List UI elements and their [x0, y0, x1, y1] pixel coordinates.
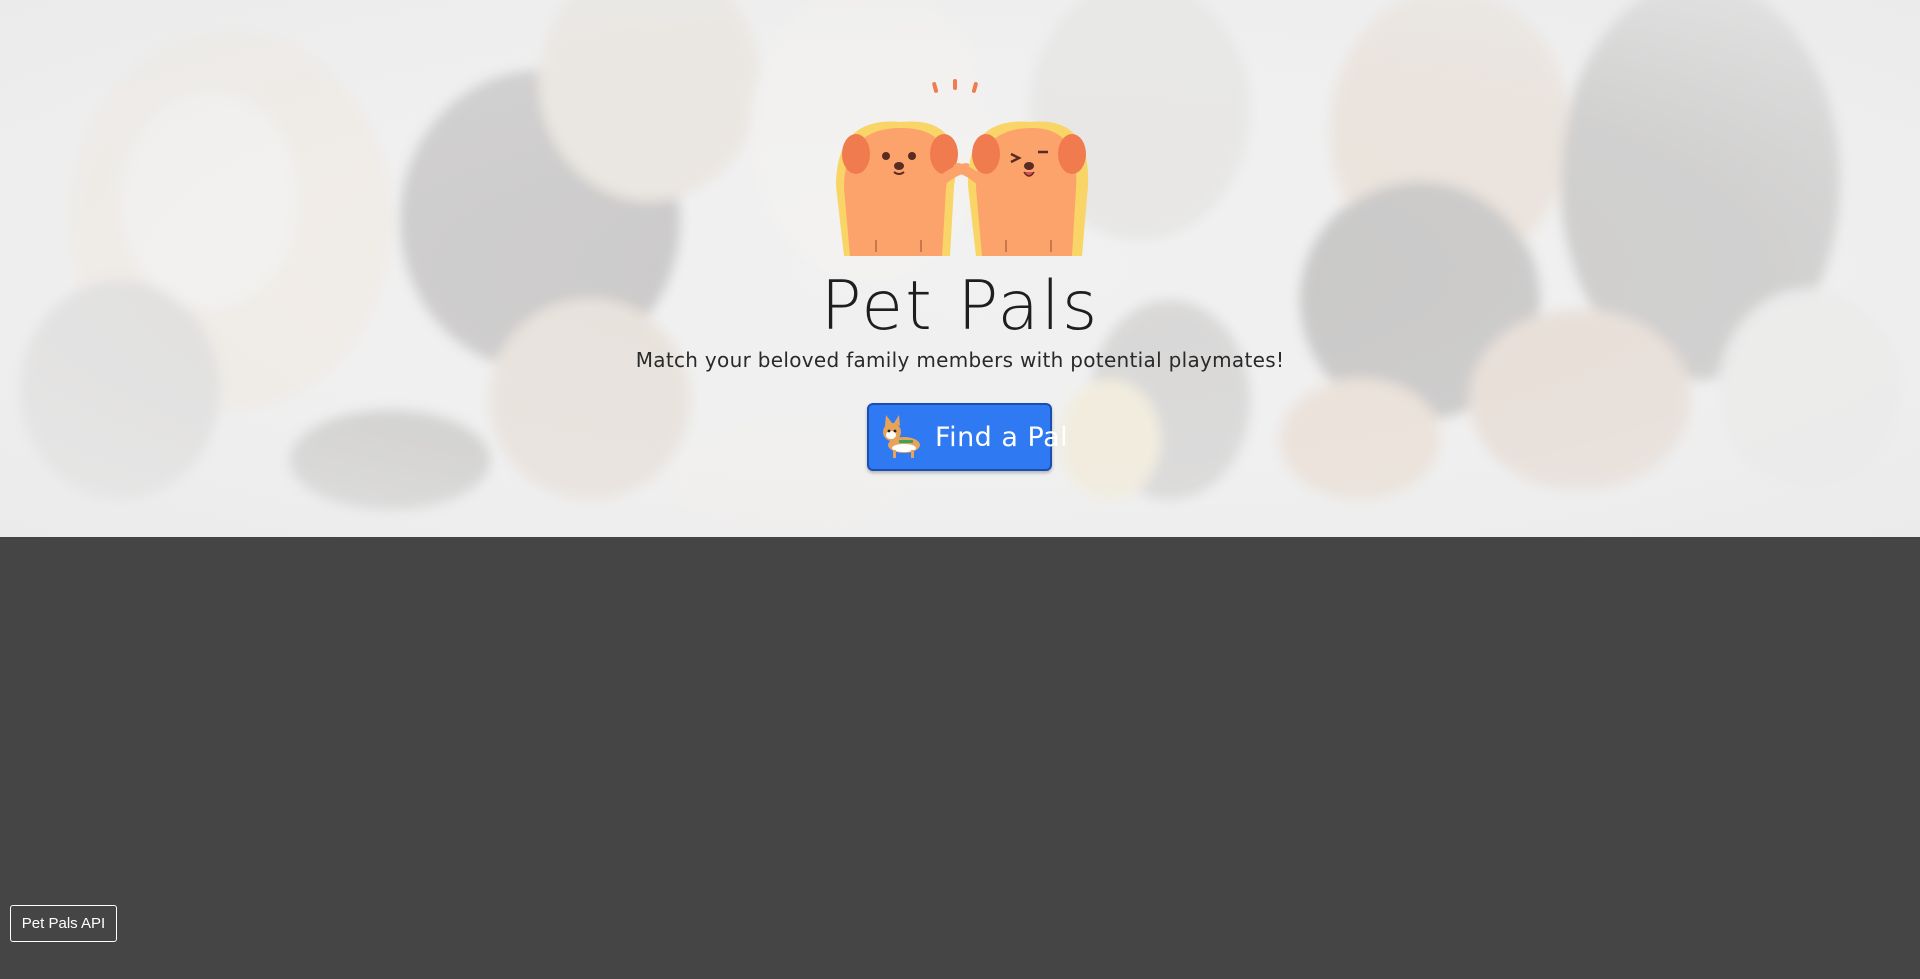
two-puppies-high-five-logo: [836, 79, 1089, 257]
pet-pals-api-button[interactable]: Pet Pals API: [10, 905, 117, 942]
page-subtitle: Match your beloved family members with p…: [635, 348, 1285, 372]
find-a-pal-button[interactable]: Find a Pal: [867, 403, 1068, 471]
page-title: Pet Pals: [820, 267, 1100, 346]
corgi-icon: [883, 415, 920, 458]
find-a-pal-label: Find a Pal: [935, 421, 1069, 453]
hero-section: Pet Pals Match your beloved family membe…: [0, 0, 1920, 537]
